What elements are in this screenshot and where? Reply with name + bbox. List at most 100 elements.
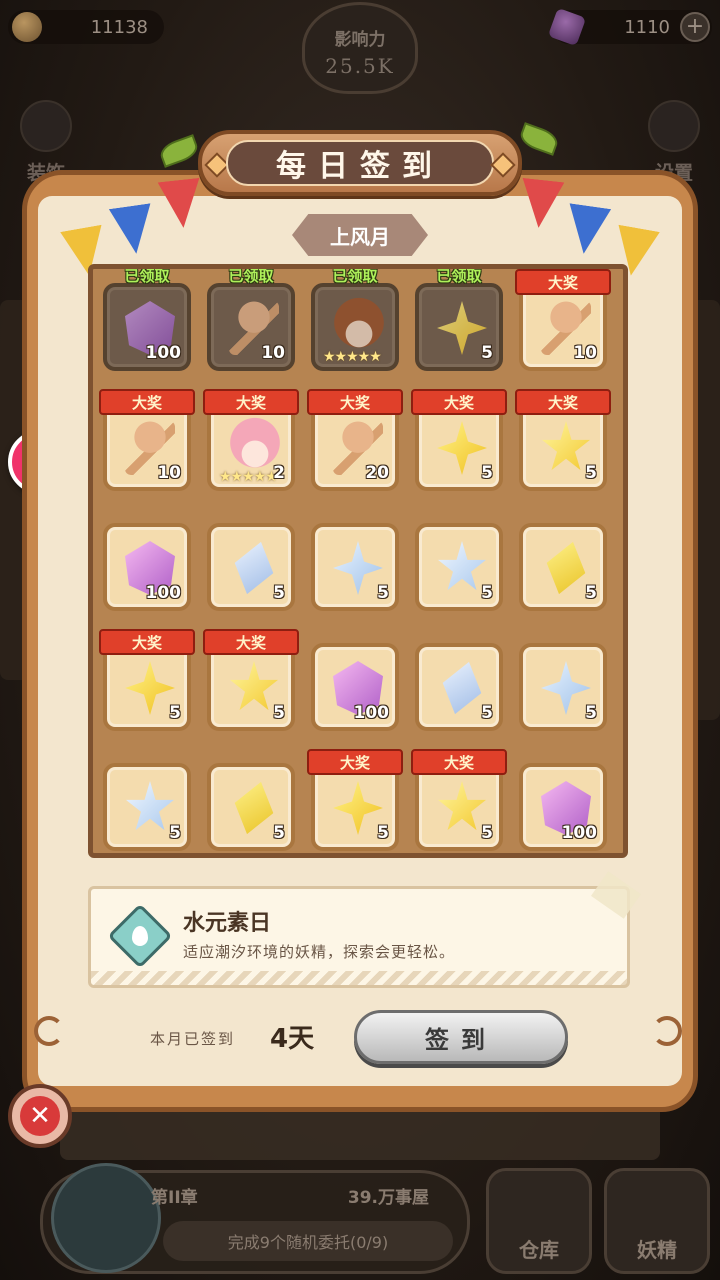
reward-cell-day-2[interactable]: 10 已领取 [207, 269, 295, 371]
reward-cell-day-18[interactable]: 100 [311, 643, 399, 731]
reward-quantity: 5 [481, 583, 493, 603]
reward-cell-day-12[interactable]: 5 [207, 523, 295, 611]
grand-prize-ribbon: 大奖 [203, 629, 299, 655]
reward-quantity: 5 [585, 583, 597, 603]
signed-days-count: 4天 [270, 1024, 315, 1054]
reward-cell-day-3[interactable]: ★★★★★ 已领取 [311, 269, 399, 371]
coin-value: 11138 [90, 16, 148, 38]
reward-cell-day-5[interactable]: 10 大奖 [515, 269, 611, 371]
reward-cell-day-6[interactable]: 10 大奖 [99, 389, 195, 491]
claimed-label: 已领取 [436, 267, 482, 285]
grand-prize-ribbon: 大奖 [99, 629, 195, 655]
corner-scroll-decoration [34, 1016, 64, 1046]
star5-yellow-icon [438, 781, 486, 831]
reward-cell-day-20[interactable]: 5 [519, 643, 607, 731]
grand-prize-ribbon: 大奖 [307, 749, 403, 775]
influence-label: 影响力 [334, 30, 386, 50]
reward-quantity: 5 [481, 343, 493, 363]
storage-label: 仓库 [519, 1238, 559, 1262]
info-title: 水元素日 [183, 911, 272, 936]
star5-yellow-icon [230, 661, 278, 711]
influence-value: 25.5K [325, 54, 395, 78]
fairy-button[interactable]: 妖精 [604, 1168, 710, 1274]
grand-prize-ribbon: 大奖 [411, 389, 507, 415]
star4-yellow-icon [333, 781, 383, 835]
reward-cell-day-9[interactable]: 5 大奖 [411, 389, 507, 491]
signed-days-label: 本月已签到 [150, 1030, 236, 1048]
claimed-label: 已领取 [332, 267, 378, 285]
reward-cell-day-25[interactable]: 100 [519, 763, 607, 851]
coin-icon [12, 12, 42, 42]
reward-quantity: 10 [573, 343, 597, 363]
reward-cell-day-11[interactable]: 100 [103, 523, 191, 611]
claimed-label: 已领取 [228, 267, 274, 285]
coin-counter: 11138 [8, 10, 164, 44]
reward-cell-day-7[interactable]: ★★★★★ 2 大奖 [203, 389, 299, 491]
reward-quantity: 5 [481, 703, 493, 723]
reward-quantity: 100 [145, 343, 182, 363]
reward-cell-day-22[interactable]: 5 [207, 763, 295, 851]
reward-cell-day-19[interactable]: 5 [415, 643, 503, 731]
reward-cell-day-14[interactable]: 5 [415, 523, 503, 611]
reward-cell-day-15[interactable]: 5 [519, 523, 607, 611]
star4-yellow-icon [437, 421, 487, 475]
reward-cell-day-23[interactable]: 5 大奖 [307, 749, 403, 851]
reward-grid: 100 已领取 10 已领取 ★★★★★ 已领取 5 已领取 10 大奖 10 大奖 ★★★★★ 2 大奖 2… [99, 269, 623, 851]
reward-quantity: 5 [481, 823, 493, 843]
reward-quantity: 2 [273, 463, 285, 483]
gem-counter: 1110 + [547, 7, 712, 47]
reward-quantity: 5 [377, 823, 389, 843]
grand-prize-ribbon: 大奖 [99, 389, 195, 415]
info-description: 适应潮汐环境的妖精，探索会更轻松。 [183, 943, 456, 961]
reward-quantity: 10 [157, 463, 181, 483]
storage-button[interactable]: 仓库 [486, 1168, 592, 1274]
influence-badge[interactable]: 影响力 25.5K [302, 2, 418, 94]
reward-quantity: 5 [273, 703, 285, 723]
reward-quantity: 5 [585, 703, 597, 723]
reward-cell-day-8[interactable]: 20 大奖 [307, 389, 403, 491]
star5-blue-icon [126, 781, 174, 831]
reward-cell-day-1[interactable]: 100 已领取 [103, 269, 191, 371]
reward-cell-day-13[interactable]: 5 [311, 523, 399, 611]
reward-cell-day-10[interactable]: 5 大奖 [515, 389, 611, 491]
star4-blue-icon [333, 541, 383, 595]
grand-prize-ribbon: 大奖 [307, 389, 403, 415]
grand-prize-ribbon: 大奖 [411, 749, 507, 775]
corner-scroll-decoration [652, 1016, 682, 1046]
title-plate: 每日签到 [198, 130, 522, 196]
star5-yellow-icon [542, 421, 590, 471]
water-drop-icon [107, 903, 173, 969]
zigzag-border [91, 971, 627, 985]
reward-cell-day-17[interactable]: 5 大奖 [203, 629, 299, 731]
reward-cell-day-21[interactable]: 5 [103, 763, 191, 851]
chapter-title: 第II章 [151, 1188, 198, 1208]
chapter-panel[interactable]: 第II章 39.万事屋 完成9个随机委托(0/9) [40, 1163, 470, 1274]
reward-grid-container[interactable]: 100 已领取 10 已领取 ★★★★★ 已领取 5 已领取 10 大奖 10 大奖 ★★★★★ 2 大奖 2… [88, 264, 628, 858]
decoration-icon [20, 100, 72, 152]
grand-prize-ribbon: 大奖 [203, 389, 299, 415]
sign-in-button[interactable]: 签到 [354, 1010, 568, 1064]
reward-cell-day-16[interactable]: 5 大奖 [99, 629, 195, 731]
reward-quantity: 5 [481, 463, 493, 483]
claimed-label: 已领取 [124, 267, 170, 285]
daily-element-info: 水元素日 适应潮汐环境的妖精，探索会更轻松。 [88, 886, 630, 988]
chapter-task: 完成9个随机委托(0/9) [163, 1221, 453, 1261]
star4-blue-icon [541, 661, 591, 715]
reward-quantity: 20 [365, 463, 389, 483]
grand-prize-ribbon: 大奖 [515, 269, 611, 295]
book-icon [51, 1163, 161, 1273]
gear-icon [648, 100, 700, 152]
star4-yellow-icon [125, 661, 175, 715]
reward-quantity: 5 [273, 583, 285, 603]
drop-icon [132, 926, 148, 946]
gem-value: 1110 [624, 16, 670, 38]
reward-cell-day-4[interactable]: 5 已领取 [415, 269, 503, 371]
month-tab: 上风月 [292, 214, 428, 256]
title-gem-right [490, 152, 516, 178]
close-button[interactable]: ✕ [8, 1084, 72, 1148]
dialog-title: 每日签到 [226, 140, 494, 186]
star4-yellow-icon [437, 301, 487, 355]
add-gems-button[interactable]: + [680, 12, 710, 42]
reward-cell-day-24[interactable]: 5 大奖 [411, 749, 507, 851]
fairy-label: 妖精 [637, 1238, 677, 1262]
